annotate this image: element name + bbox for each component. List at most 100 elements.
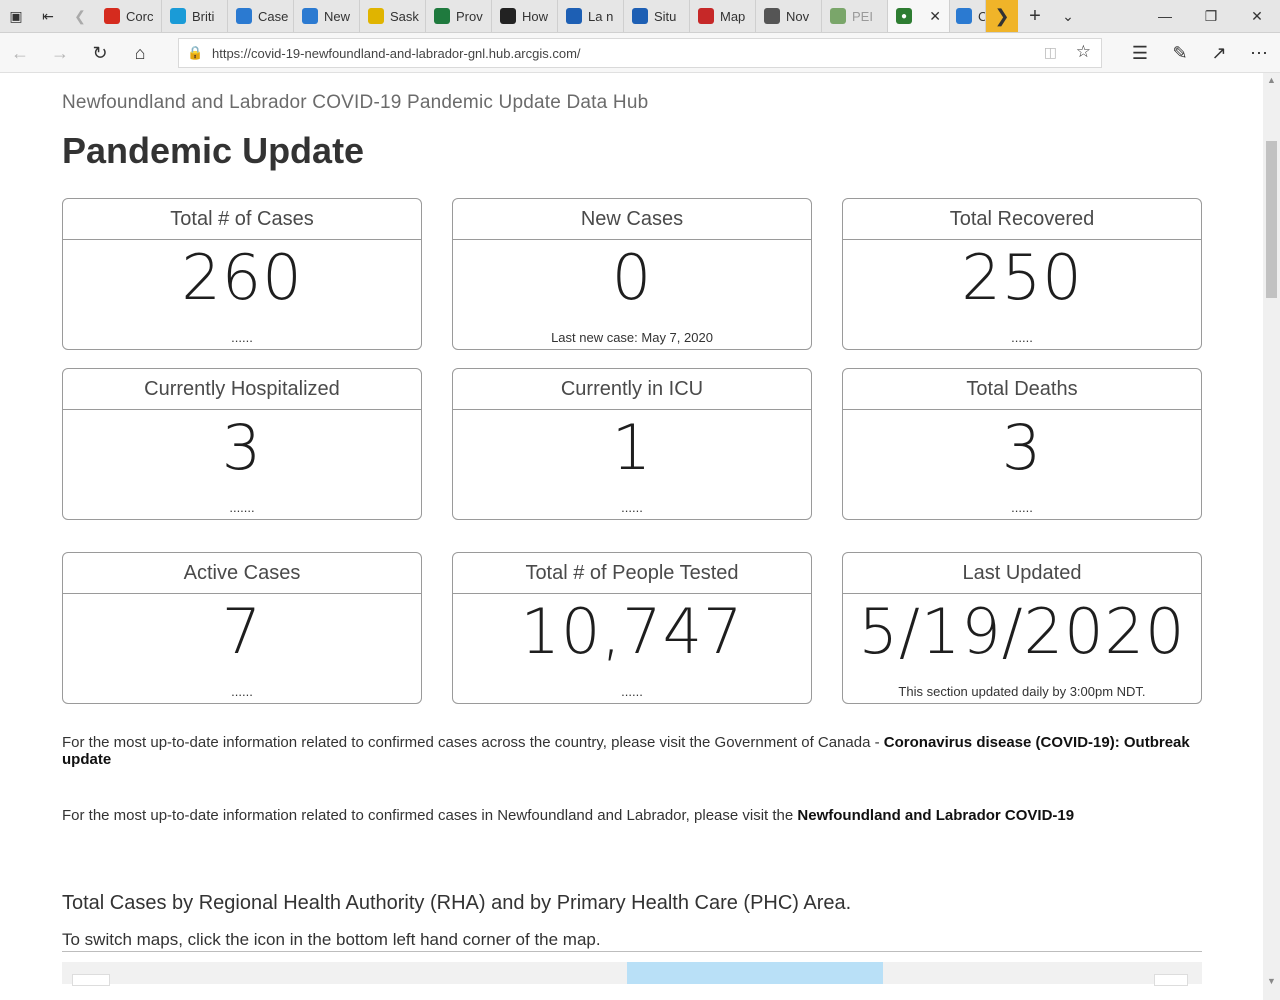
info-canada: For the most up-to-date information rela…	[62, 734, 1190, 768]
stat-card-footer: ......	[1011, 330, 1033, 345]
browser-tab[interactable]: Case	[228, 0, 294, 32]
section-subtitle: To switch maps, click the icon in the bo…	[62, 930, 601, 949]
browser-tab[interactable]: Sask	[360, 0, 426, 32]
close-window-icon[interactable]: ✕	[1234, 0, 1280, 32]
tab-actions-icon[interactable]: ▣	[0, 0, 32, 32]
tab-preview-chevron-icon[interactable]: ⌄	[1052, 0, 1084, 32]
lock-icon: 🔒	[187, 45, 204, 60]
browser-tab[interactable]: La n	[558, 0, 624, 32]
tab-label: How	[522, 8, 549, 24]
nl-covid-link[interactable]: Newfoundland and Labrador COVID-19	[797, 807, 1074, 824]
stat-card-header: Currently Hospitalized	[63, 369, 421, 410]
favorites-hub-icon[interactable]: ☰	[1128, 41, 1152, 65]
close-tab-icon[interactable]: ✕	[929, 8, 941, 25]
scroll-up-icon[interactable]: ▲	[1267, 75, 1276, 85]
share-icon[interactable]: ↗	[1207, 41, 1231, 65]
page-title: Pandemic Update	[62, 130, 365, 171]
favorite-star-icon[interactable]: ☆	[1076, 42, 1091, 62]
browser-tab[interactable]: Corc	[96, 0, 162, 32]
pei-icon	[830, 8, 846, 24]
manitoba-icon	[434, 8, 450, 24]
stat-card-header: Total Recovered	[843, 199, 1201, 240]
arcgis-icon	[956, 8, 972, 24]
divider	[62, 951, 1202, 952]
browser-tab[interactable]: New	[294, 0, 360, 32]
browser-tab[interactable]: Nov	[756, 0, 822, 32]
stat-card: Total # of Cases 260......	[62, 198, 422, 350]
tab-label: Map	[720, 8, 746, 24]
stat-card-footer: ......	[231, 330, 253, 345]
quebec-icon	[632, 8, 648, 24]
vertical-scrollbar[interactable]: ▲ ▼	[1263, 73, 1280, 1000]
scroll-tabs-right-icon[interactable]: ❯	[986, 0, 1018, 32]
browser-tab[interactable]: Briti	[162, 0, 228, 32]
scroll-down-icon[interactable]: ▼	[1267, 976, 1276, 986]
globe-icon: ●	[896, 8, 912, 24]
tab-strip: ▣ ⇤ ❮ Corc Briti Case New Sask Prov How La n Sit…	[0, 0, 1280, 33]
back-icon[interactable]: ←	[8, 41, 32, 65]
browser-tab[interactable]: PEI	[822, 0, 888, 32]
browser-tab[interactable]: Map	[690, 0, 756, 32]
quebec-icon	[566, 8, 582, 24]
forward-icon[interactable]: →	[48, 41, 72, 65]
ns-icon	[764, 8, 780, 24]
map-zoom-control[interactable]	[72, 974, 110, 986]
set-tabs-aside-icon[interactable]: ⇤	[32, 0, 64, 32]
arcgis-icon	[302, 8, 318, 24]
map-widget-control[interactable]	[1154, 974, 1188, 986]
active-tab[interactable]: ● ✕	[888, 0, 950, 32]
canada-flag-icon	[104, 8, 120, 24]
stat-card-value: 1	[611, 411, 653, 484]
refresh-icon[interactable]: ↻	[88, 41, 112, 65]
reading-view-icon[interactable]: ◫	[1044, 44, 1057, 61]
more-menu-icon[interactable]: ⋯	[1247, 41, 1271, 65]
stat-card-value: 3	[1001, 411, 1043, 484]
stat-card-value: 7	[221, 595, 263, 668]
stat-card-footer: ......	[621, 684, 643, 699]
stat-card: New Cases 0 Last new case: May 7, 2020	[452, 198, 812, 350]
new-tab-icon[interactable]: +	[1018, 0, 1052, 32]
stat-card-footer: ......	[1011, 500, 1033, 515]
scroll-tabs-left-icon[interactable]: ❮	[64, 0, 96, 32]
stat-card-value: 3	[221, 411, 263, 484]
tab-label: New	[324, 8, 351, 24]
navigation-bar: ← → ↻ ⌂ 🔒 https://covid-19-newfoundland-…	[0, 33, 1280, 73]
stat-card: Total # of People Tested 10,747......	[452, 552, 812, 704]
minimize-icon[interactable]: —	[1142, 0, 1188, 32]
browser-tab[interactable]: Prov	[426, 0, 492, 32]
stat-card-header: Total # of Cases	[63, 199, 421, 240]
stat-card-footer: ......	[621, 500, 643, 515]
stat-card-footer: ......	[231, 684, 253, 699]
stat-card: Active Cases 7......	[62, 552, 422, 704]
sask-icon	[368, 8, 384, 24]
tab-label: Sask	[390, 8, 419, 24]
stat-card-header: Total # of People Tested	[453, 553, 811, 594]
stat-card: Currently in ICU 1......	[452, 368, 812, 520]
home-icon[interactable]: ⌂	[128, 41, 152, 65]
stat-card-header: Currently in ICU	[453, 369, 811, 410]
info-nl: For the most up-to-date information rela…	[62, 807, 1075, 824]
web-note-icon[interactable]: ✎	[1168, 41, 1192, 65]
stat-card-value: 0	[611, 241, 653, 314]
restore-icon[interactable]: ❐	[1188, 0, 1234, 32]
tab-label: La n	[588, 8, 614, 24]
address-bar[interactable]: 🔒 https://covid-19-newfoundland-and-labr…	[178, 38, 1102, 68]
url-text[interactable]: https://covid-19-newfoundland-and-labrad…	[212, 46, 581, 61]
stat-card-value: 260	[181, 241, 303, 314]
stat-card-header: Total Deaths	[843, 369, 1201, 410]
stat-card-value: 250	[961, 241, 1083, 314]
nb-icon	[698, 8, 714, 24]
stat-card-header: Active Cases	[63, 553, 421, 594]
bc-gov-icon	[170, 8, 186, 24]
stat-card: Last Updated 5/19/2020 This section update…	[842, 552, 1202, 704]
browser-tab[interactable]: How	[492, 0, 558, 32]
scrollbar-thumb[interactable]	[1266, 141, 1277, 298]
map-view[interactable]	[62, 962, 1202, 986]
tab-next[interactable]: C	[950, 0, 986, 32]
stat-card-footer: This section updated daily by 3:00pm NDT…	[898, 684, 1146, 699]
browser-tab[interactable]: Situ	[624, 0, 690, 32]
tab-label: Nov	[786, 8, 810, 24]
tab-label: Corc	[126, 8, 154, 24]
stat-card-value: 5/19/2020	[858, 595, 1186, 668]
tab-label: Prov	[456, 8, 483, 24]
